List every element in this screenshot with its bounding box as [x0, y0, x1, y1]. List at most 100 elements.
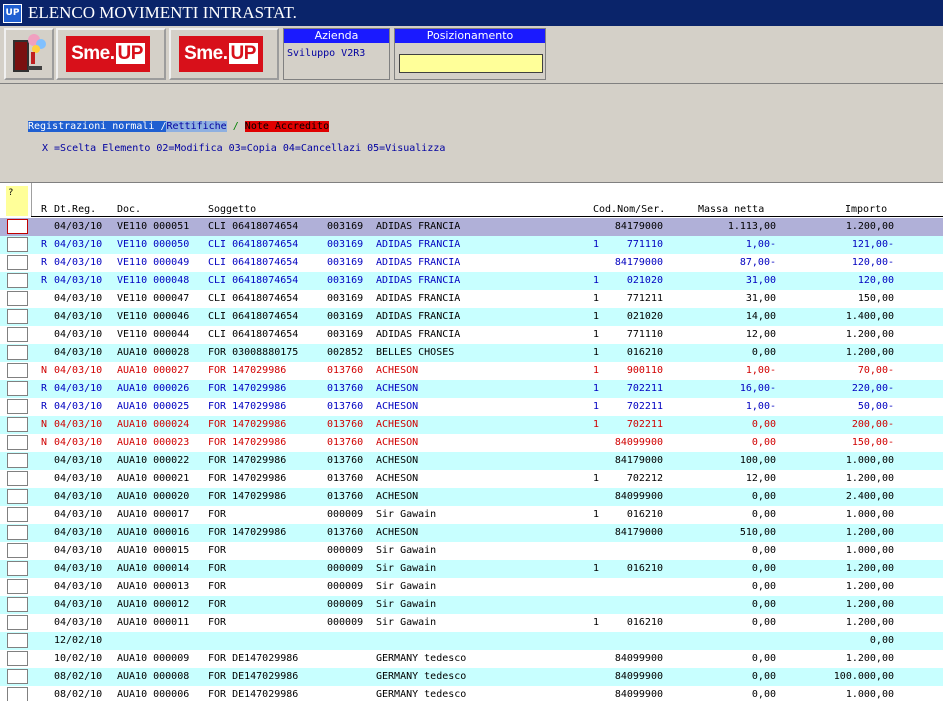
row-importo: 100.000,00	[833, 671, 894, 682]
row-select-field[interactable]	[7, 507, 28, 522]
row-select-field[interactable]	[7, 561, 28, 576]
row-select-field[interactable]	[7, 237, 28, 252]
row-select-field[interactable]	[7, 633, 28, 648]
row-cod-soggetto: 003169	[327, 239, 364, 250]
row-select-field[interactable]	[7, 219, 28, 234]
row-soggetto: CLI 06418074654	[208, 239, 299, 250]
table-row[interactable]: 04/03/10 AUA10 000015 FOR 000009 Sir Gawain 0…	[0, 542, 943, 560]
row-select-field[interactable]	[7, 687, 28, 701]
row-select-field[interactable]	[7, 525, 28, 540]
table-row[interactable]: 04/03/10 AUA10 000028 FOR 03008880175 00285…	[0, 344, 943, 362]
row-select-field[interactable]	[7, 453, 28, 468]
table-row[interactable]: 04/03/10 VE110 000046 CLI 06418074654 00316…	[0, 308, 943, 326]
table-row[interactable]: N 04/03/10 AUA10 000027 FOR 147029986 013760…	[0, 362, 943, 380]
row-r-flag: N	[41, 419, 48, 430]
row-doc: AUA10 000006	[117, 689, 190, 700]
row-select-field[interactable]	[7, 345, 28, 360]
row-select-field[interactable]	[7, 291, 28, 306]
row-nom-group: 1	[593, 293, 600, 304]
row-select-field[interactable]	[7, 309, 28, 324]
smeup-logo-button-1[interactable]: Sme. UP	[56, 28, 166, 80]
row-importo: 1.000,00	[845, 545, 894, 556]
table-row[interactable]: 08/02/10 AUA10 000008 FOR DE147029986 GERMA…	[0, 668, 943, 686]
table-row[interactable]: N 04/03/10 AUA10 000023 FOR 147029986 013760…	[0, 434, 943, 452]
table-row[interactable]: R 04/03/10 VE110 000049 CLI 06418074654 0031…	[0, 254, 943, 272]
table-row[interactable]: 12/02/10 0,00	[0, 632, 943, 650]
smeup-logo-button-2[interactable]: Sme. UP	[169, 28, 279, 80]
row-cod-soggetto: 000009	[327, 509, 364, 520]
row-name: BELLES CHOSES	[376, 347, 455, 358]
row-soggetto: FOR 147029986	[208, 437, 287, 448]
table-row[interactable]: 04/03/10 AUA10 000016 FOR 147029986 013760 A…	[0, 524, 943, 542]
row-importo: 121,00-	[851, 239, 894, 250]
row-soggetto: FOR 147029986	[208, 365, 287, 376]
col-header-importo[interactable]: Importo	[845, 204, 887, 215]
row-massa: 0,00	[751, 653, 776, 664]
row-doc: VE110 000046	[117, 311, 190, 322]
row-massa: 0,00	[751, 617, 776, 628]
row-select-field[interactable]	[7, 471, 28, 486]
row-soggetto: FOR	[208, 617, 227, 628]
col-header-massa[interactable]: Massa netta	[698, 204, 764, 215]
col-header-r[interactable]: R	[41, 204, 47, 215]
row-name: ADIDAS FRANCIA	[376, 293, 461, 304]
row-cod-soggetto: 013760	[327, 455, 364, 466]
table-row[interactable]: 04/03/10 AUA10 000012 FOR 000009 Sir Gawain 0…	[0, 596, 943, 614]
table-row[interactable]: R 04/03/10 AUA10 000026 FOR 147029986 013760…	[0, 380, 943, 398]
table-row[interactable]: 04/03/10 AUA10 000011 FOR 000009 Sir Gawain 1…	[0, 614, 943, 632]
row-massa: 31,00	[745, 293, 776, 304]
table-row[interactable]: 04/03/10 VE110 000044 CLI 06418074654 00316…	[0, 326, 943, 344]
row-date: 04/03/10	[54, 275, 103, 286]
row-select-field[interactable]	[7, 597, 28, 612]
row-cod-nom: 771110	[626, 329, 663, 340]
row-name: Sir Gawain	[376, 617, 437, 628]
table-row[interactable]: 04/03/10 VE110 000051 CLI 06418074654 00316…	[0, 218, 943, 236]
row-soggetto: FOR DE147029986	[208, 689, 299, 700]
azienda-field: Azienda Sviluppo V2R3	[283, 28, 390, 80]
row-select-field[interactable]	[7, 543, 28, 558]
row-select-field[interactable]	[7, 255, 28, 270]
row-date: 04/03/10	[54, 365, 103, 376]
col-header-cod-nom[interactable]: Cod.Nom/Ser.	[593, 204, 665, 215]
table-row[interactable]: 10/02/10 AUA10 000009 FOR DE147029986 GERMA…	[0, 650, 943, 668]
table-row[interactable]: 04/03/10 AUA10 000020 FOR 147029986 013760 A…	[0, 488, 943, 506]
table-row[interactable]: N 04/03/10 AUA10 000024 FOR 147029986 013760…	[0, 416, 943, 434]
row-select-field[interactable]	[7, 615, 28, 630]
table-row[interactable]: 08/02/10 AUA10 000006 FOR DE147029986 GERMA…	[0, 686, 943, 701]
table-row[interactable]: 04/03/10 AUA10 000013 FOR 000009 Sir Gawain 0…	[0, 578, 943, 596]
col-header-doc[interactable]: Doc.	[117, 204, 141, 215]
row-cod-soggetto: 003169	[327, 221, 364, 232]
row-doc: AUA10 000008	[117, 671, 190, 682]
row-date: 10/02/10	[54, 653, 103, 664]
row-select-field[interactable]	[7, 381, 28, 396]
table-row[interactable]: R 04/03/10 VE110 000048 CLI 06418074654 0031…	[0, 272, 943, 290]
exit-button[interactable]	[4, 28, 54, 80]
row-select-field[interactable]	[7, 579, 28, 594]
table-row[interactable]: 04/03/10 VE110 000047 CLI 06418074654 00316…	[0, 290, 943, 308]
row-date: 04/03/10	[54, 221, 103, 232]
row-date: 08/02/10	[54, 671, 103, 682]
table-row[interactable]: 04/03/10 AUA10 000021 FOR 147029986 013760 A…	[0, 470, 943, 488]
col-header-dt-reg[interactable]: Dt.Reg.	[54, 204, 96, 215]
table-row[interactable]: R 04/03/10 VE110 000050 CLI 06418074654 0031…	[0, 236, 943, 254]
row-select-field[interactable]	[7, 327, 28, 342]
row-date: 12/02/10	[54, 635, 103, 646]
row-cod-soggetto: 003169	[327, 275, 364, 286]
table-row[interactable]: 04/03/10 AUA10 000022 FOR 147029986 013760 A…	[0, 452, 943, 470]
posizionamento-input[interactable]	[399, 54, 543, 73]
grid-corner[interactable]: ?	[6, 186, 28, 216]
table-row[interactable]: 04/03/10 AUA10 000014 FOR 000009 Sir Gawain 1…	[0, 560, 943, 578]
table-row[interactable]: R 04/03/10 AUA10 000025 FOR 147029986 013760…	[0, 398, 943, 416]
row-select-field[interactable]	[7, 651, 28, 666]
row-select-field[interactable]	[7, 399, 28, 414]
row-select-field[interactable]	[7, 435, 28, 450]
col-header-soggetto[interactable]: Soggetto	[208, 204, 256, 215]
row-date: 04/03/10	[54, 257, 103, 268]
table-row[interactable]: 04/03/10 AUA10 000017 FOR 000009 Sir Gawain 1…	[0, 506, 943, 524]
row-r-flag: R	[41, 401, 48, 412]
row-select-field[interactable]	[7, 273, 28, 288]
row-select-field[interactable]	[7, 363, 28, 378]
row-select-field[interactable]	[7, 417, 28, 432]
row-select-field[interactable]	[7, 489, 28, 504]
row-select-field[interactable]	[7, 669, 28, 684]
